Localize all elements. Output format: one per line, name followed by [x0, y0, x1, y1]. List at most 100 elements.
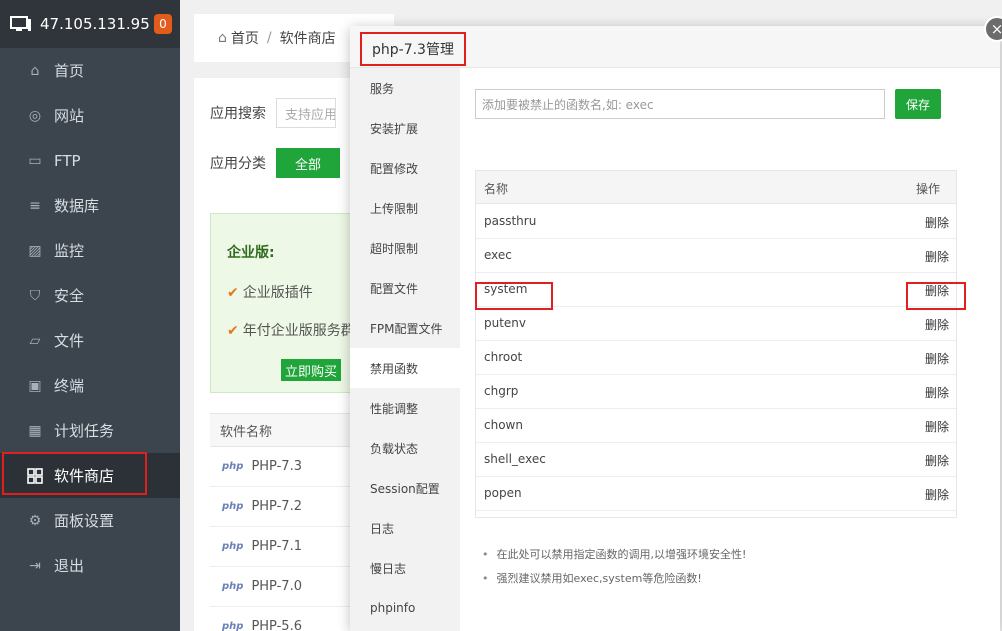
software-name: PHP-5.6: [251, 619, 302, 631]
dialog-nav-item[interactable]: 超时限制: [350, 228, 460, 268]
dialog-nav-item[interactable]: 性能调整: [350, 388, 460, 428]
sidebar-item[interactable]: ⌂ 首页: [0, 48, 180, 93]
enterprise-feature: ✔ 企业版插件: [227, 285, 313, 301]
ftp-icon: ▭: [28, 152, 42, 169]
function-name-input[interactable]: 添加要被禁止的函数名,如: exec: [475, 89, 885, 119]
dialog-title: php-7.3管理: [360, 32, 466, 66]
software-name: PHP-7.2: [251, 499, 302, 514]
col-action-header: 操作: [916, 182, 941, 196]
tip-item: 强烈建议禁用如exec,system等危险函数!: [482, 570, 902, 586]
tip-item: 在此处可以禁用指定函数的调用,以增强环境安全性!: [482, 546, 902, 562]
sidebar-item[interactable]: ≡ 数据库: [0, 183, 180, 228]
server-header: 47.105.131.95 0: [0, 0, 180, 48]
sidebar-item[interactable]: ▦ 计划任务: [0, 408, 180, 453]
logout-icon: ⇥: [29, 557, 41, 574]
shield-icon: ⛉: [29, 287, 41, 304]
disabled-functions-table: 名称 操作 passthru 删除 exec 删除 system 删除 putenv 删除 ch…: [475, 170, 957, 518]
delete-link[interactable]: 删除: [925, 452, 949, 469]
sidebar-item-label: 面板设置: [54, 512, 115, 530]
delete-link[interactable]: 删除: [925, 248, 949, 265]
delete-link[interactable]: 删除: [925, 486, 949, 503]
php-logo-icon: php: [222, 581, 244, 592]
table-row: exec 删除: [476, 239, 956, 273]
sidebar-item[interactable]: ⛉ 安全: [0, 273, 180, 318]
sidebar-item-label: 首页: [54, 62, 85, 80]
delete-link[interactable]: 删除: [925, 418, 949, 435]
table-row: putenv 删除: [476, 307, 956, 341]
table-row: chgrp 删除: [476, 375, 956, 409]
sidebar-item[interactable]: ▨ 监控: [0, 228, 180, 273]
category-label: 应用分类: [210, 156, 266, 172]
folder-icon: ▱: [29, 332, 41, 349]
sidebar-item[interactable]: ⇥ 退出: [0, 543, 180, 588]
gear-icon: ⚙: [28, 512, 42, 529]
php-manage-dialog: php-7.3管理 服务 安装扩展 配置修改 上传限制 超时限制 配置文件 FPM配置文件禁…: [350, 26, 1000, 631]
dialog-nav-item[interactable]: 配置文件: [350, 268, 460, 308]
sidebar-item-label: 终端: [54, 377, 85, 395]
function-name: putenv: [484, 316, 527, 330]
delete-link[interactable]: 删除: [925, 214, 949, 231]
search-label: 应用搜索: [210, 106, 266, 122]
sidebar-item[interactable]: ▱ 文件: [0, 318, 180, 363]
dialog-nav-item[interactable]: 配置修改: [350, 148, 460, 188]
monitor-icon: [10, 16, 31, 31]
dialog-nav-item[interactable]: 禁用函数: [350, 348, 460, 388]
highlight-box-software-store: [2, 452, 147, 495]
server-ip: 47.105.131.95: [40, 15, 150, 33]
sidebar-item-label: 数据库: [54, 197, 100, 215]
dialog-nav-item[interactable]: 服务: [350, 68, 460, 108]
sidebar-item[interactable]: ▭ FTP: [0, 138, 180, 183]
sidebar-item[interactable]: ▣ 终端: [0, 363, 180, 408]
delete-link[interactable]: 删除: [925, 350, 949, 367]
delete-link[interactable]: 删除: [925, 316, 949, 333]
function-name: chown: [484, 418, 523, 432]
buy-now-button[interactable]: 立即购买: [281, 359, 341, 381]
php-logo-icon: php: [222, 461, 244, 472]
home-icon: ⌂: [218, 30, 227, 46]
dialog-nav-item[interactable]: phpinfo: [350, 588, 460, 628]
sidebar-item[interactable]: ⚙ 面板设置: [0, 498, 180, 543]
php-logo-icon: php: [222, 541, 244, 552]
function-name: popen: [484, 486, 522, 500]
sidebar-item-label: 计划任务: [54, 422, 115, 440]
database-icon: ≡: [29, 197, 41, 214]
dialog-nav-item[interactable]: 负载状态: [350, 428, 460, 468]
monitor-icon: ▨: [28, 242, 42, 259]
breadcrumb-home[interactable]: 首页: [231, 28, 259, 48]
notice-badge[interactable]: 0: [154, 14, 172, 34]
software-name: PHP-7.1: [251, 539, 302, 554]
sidebar-item-label: FTP: [54, 151, 81, 170]
enterprise-title: 企业版:: [227, 245, 275, 261]
table-row: shell_exec 删除: [476, 443, 956, 477]
table-row: chown 删除: [476, 409, 956, 443]
sidebar-item[interactable]: ◎ 网站: [0, 93, 180, 138]
dialog-nav-item[interactable]: 安装扩展: [350, 108, 460, 148]
table-header: 名称 操作: [476, 171, 956, 204]
delete-link[interactable]: 删除: [925, 384, 949, 401]
dialog-nav-item[interactable]: 日志: [350, 508, 460, 548]
sidebar: 47.105.131.95 0 ⌂ 首页 ◎ 网站 ▭ FTP ≡ 数据库 ▨ 监控 ⛉ 安全 ▱ 文件 ▣…: [0, 0, 180, 631]
function-name: chroot: [484, 350, 523, 364]
php-logo-icon: php: [222, 501, 244, 512]
breadcrumb-separator: /: [266, 30, 272, 46]
save-button[interactable]: 保存: [895, 89, 941, 119]
dialog-nav: 服务 安装扩展 配置修改 上传限制 超时限制 配置文件 FPM配置文件 禁用函数 性能调整 负载状…: [350, 68, 460, 631]
sidebar-item-label: 退出: [54, 557, 85, 575]
search-row: 应用搜索 支持应用名: [210, 98, 336, 128]
home-icon: ⌂: [30, 62, 40, 79]
dialog-nav-item[interactable]: Session配置: [350, 468, 460, 508]
app-search-input[interactable]: 支持应用名: [276, 98, 336, 128]
software-name: PHP-7.3: [251, 459, 302, 474]
enterprise-feature: ✔ 年付企业版服务群: [227, 323, 355, 339]
table-row: popen 删除: [476, 477, 956, 511]
php-logo-icon: php: [222, 621, 244, 631]
dialog-nav-item[interactable]: 上传限制: [350, 188, 460, 228]
dialog-nav-item[interactable]: FPM配置文件: [350, 308, 460, 348]
function-name: shell_exec: [484, 452, 546, 466]
function-name: chgrp: [484, 384, 519, 398]
globe-icon: ◎: [28, 107, 42, 124]
category-all-button[interactable]: 全部: [276, 148, 340, 178]
dialog-nav-item[interactable]: 慢日志: [350, 548, 460, 588]
sidebar-item-label: 网站: [54, 107, 85, 125]
category-row: 应用分类 全部: [210, 148, 340, 178]
